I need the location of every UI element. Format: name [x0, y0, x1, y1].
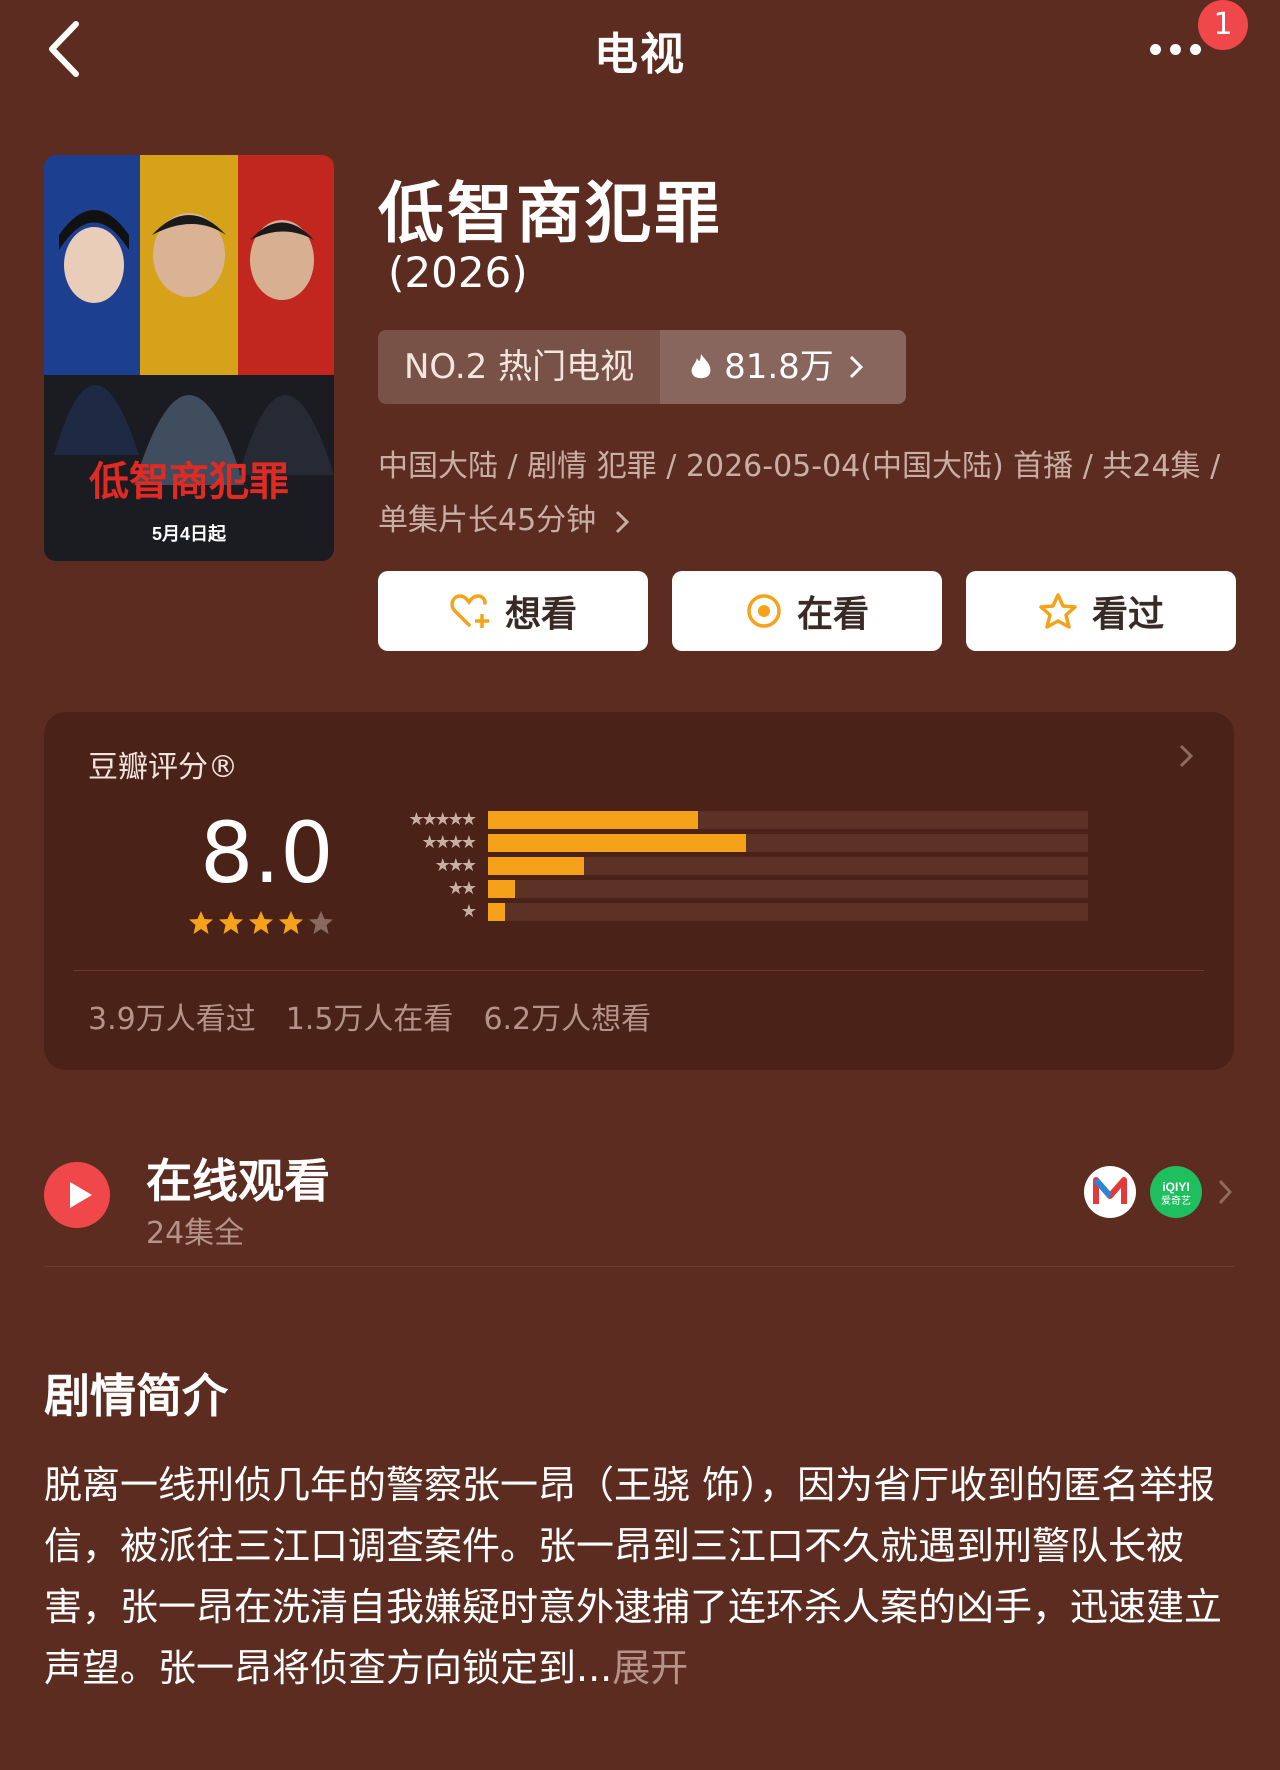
chevron-right-icon: [1179, 744, 1194, 768]
notification-badge: 1: [1198, 0, 1248, 50]
distribution-bar: [488, 856, 584, 875]
want-count: 6.2万人想看: [483, 1002, 652, 1037]
poster-date-label: 5月4日起: [152, 523, 227, 544]
distribution-stars-label: ★★★: [434, 855, 477, 876]
watched-button[interactable]: 看过: [966, 571, 1236, 651]
online-title: 在线观看: [146, 1154, 330, 1208]
svg-text:爱奇艺: 爱奇艺: [1161, 1194, 1191, 1207]
watching-button[interactable]: 在看: [672, 571, 942, 651]
watched-label: 看过: [1091, 594, 1164, 635]
rating-score: 8.0: [200, 804, 334, 902]
rating-card[interactable]: 豆瓣评分® 8.0 ★★★★★ ★★★★ ★★★ ★★ ★ 3.9万人看过 1.5万人在…: [44, 712, 1234, 1070]
rating-label: 豆瓣评分®: [88, 750, 238, 785]
page-title: 电视: [594, 29, 686, 80]
heart-plus-icon: [450, 594, 489, 628]
watched-count: 3.9万人看过: [88, 1002, 256, 1037]
show-meta[interactable]: 中国大陆 / 剧情 犯罪 / 2026-05-04(中国大陆) 首播 / 共24…: [378, 440, 1238, 548]
distribution-track: [488, 856, 1088, 875]
synopsis-text: 脱离一线刑侦几年的警察张一昂（王骁 饰），因为省厅收到的匿名举报信，被派往三江口…: [44, 1455, 1244, 1699]
distribution-bar: [488, 833, 746, 852]
online-watch-row[interactable]: 在线观看 24集全 iQIYI 爱奇艺: [44, 1140, 1234, 1270]
rating-counts: 3.9万人看过 1.5万人在看 6.2万人想看: [88, 994, 651, 1038]
platform-list: iQIYI 爱奇艺: [1084, 1166, 1234, 1218]
rank-label: NO.2 热门电视: [378, 330, 661, 404]
chevron-right-icon: [849, 355, 863, 379]
expand-link[interactable]: 展开: [612, 1646, 688, 1690]
distribution-track: [488, 902, 1088, 921]
target-icon: [747, 594, 781, 628]
rating-star-icon: [219, 911, 243, 934]
distribution-track: [488, 833, 1088, 852]
watching-label: 在看: [796, 594, 869, 635]
star-icon: [1039, 593, 1077, 629]
chevron-right-icon: [615, 510, 629, 533]
show-title: 低智商犯罪: [378, 175, 723, 252]
show-year: (2026): [388, 248, 528, 297]
distribution-row: ★: [374, 900, 1088, 923]
poster-title-art: 低智商犯罪: [89, 459, 289, 504]
rating-star-icon: [279, 911, 303, 934]
want-label: 想看: [504, 594, 577, 635]
distribution-bar: [488, 810, 698, 829]
divider: [44, 1266, 1234, 1267]
play-icon: [44, 1162, 110, 1228]
heat-indicator: 81.8万: [660, 330, 906, 404]
want-button[interactable]: 想看: [378, 571, 648, 651]
watching-count: 1.5万人在看: [285, 1002, 454, 1037]
rank-bar[interactable]: NO.2 热门电视 81.8万: [378, 330, 906, 404]
mango-tv-icon: [1084, 1166, 1136, 1218]
distribution-bar: [488, 902, 505, 921]
fire-icon: [691, 354, 711, 379]
rating-star-icon: [249, 911, 273, 934]
synopsis-title: 剧情简介: [44, 1369, 228, 1423]
rating-distribution: ★★★★★ ★★★★ ★★★ ★★ ★: [374, 808, 1088, 923]
rating-stars: [188, 910, 334, 936]
meta-text: 中国大陆 / 剧情 犯罪 / 2026-05-04(中国大陆) 首播 / 共24…: [378, 449, 1221, 538]
distribution-stars-label: ★: [460, 901, 477, 922]
distribution-row: ★★★: [374, 854, 1088, 877]
distribution-track: [488, 879, 1088, 898]
divider: [74, 970, 1204, 971]
online-subtitle: 24集全: [146, 1216, 245, 1251]
distribution-row: ★★★★★: [374, 808, 1088, 831]
heat-value: 81.8万: [724, 347, 834, 387]
iqiyi-icon: iQIYI 爱奇艺: [1150, 1166, 1202, 1218]
svg-text:iQIYI: iQIYI: [1162, 1180, 1189, 1194]
top-bar: 电视 1: [0, 0, 1280, 100]
distribution-row: ★★★★: [374, 831, 1088, 854]
distribution-row: ★★: [374, 877, 1088, 900]
distribution-stars-label: ★★★★★: [408, 809, 477, 830]
distribution-stars-label: ★★★★: [421, 832, 477, 853]
distribution-stars-label: ★★: [447, 878, 477, 899]
rating-star-icon: [309, 911, 333, 934]
rating-star-icon: [189, 911, 213, 934]
distribution-bar: [488, 879, 515, 898]
action-buttons: 想看 在看 看过: [378, 571, 1236, 651]
distribution-track: [488, 810, 1088, 829]
poster-image[interactable]: 低智商犯罪 5月4日起: [44, 155, 334, 561]
chevron-right-icon: [1218, 1179, 1233, 1205]
more-icon: [1150, 44, 1161, 55]
